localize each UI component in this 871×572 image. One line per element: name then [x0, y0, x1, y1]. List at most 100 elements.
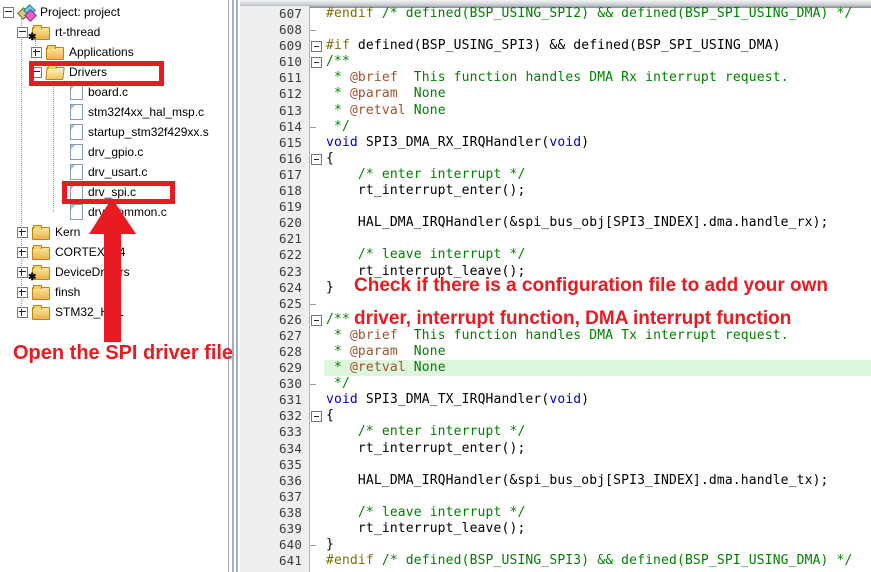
line-number: 618	[240, 183, 310, 199]
line-number: 616	[240, 151, 310, 167]
folder-icon	[32, 307, 50, 320]
annotation-check-text-line2: driver, interrupt function, DMA interrup…	[354, 308, 791, 330]
code-text[interactable]: /* leave interrupt */	[324, 505, 871, 521]
fold-margin	[310, 264, 324, 280]
code-text[interactable]	[324, 199, 871, 215]
code-text[interactable]: * @retval None	[324, 360, 871, 376]
tree-item-project-project[interactable]: Project: project	[3, 2, 120, 22]
code-text[interactable]: rt_interrupt_enter();	[324, 183, 871, 199]
tree-item-label: startup_stm32f429xx.s	[88, 125, 209, 139]
fold-margin	[310, 553, 324, 569]
line-number: 623	[240, 264, 310, 280]
code-text[interactable]: void SPI3_DMA_RX_IRQHandler(void)	[324, 135, 871, 151]
line-number: 628	[240, 344, 310, 360]
code-text[interactable]: HAL_DMA_IRQHandler(&spi_bus_obj[SPI3_IND…	[324, 473, 871, 489]
annotation-box-drv-spi	[62, 181, 175, 204]
line-number: 619	[240, 199, 310, 215]
fold-margin	[310, 119, 324, 135]
expand-plus-icon[interactable]	[17, 267, 28, 278]
code-line: 607 #endif /* defined(BSP_USING_SPI2) && …	[240, 6, 871, 22]
code-line: 629 * @retval None	[240, 360, 871, 376]
tree-item-kern[interactable]: Kern	[17, 222, 80, 242]
fold-collapse-icon[interactable]	[310, 54, 324, 70]
code-text[interactable]: /* enter interrupt */	[324, 167, 871, 183]
code-text[interactable]: * @param None	[324, 86, 871, 102]
tree-item-label: stm32f4xx_hal_msp.c	[88, 105, 204, 119]
code-text[interactable]: {	[324, 408, 871, 424]
code-text[interactable]: */	[324, 119, 871, 135]
tree-item-devicedrivers[interactable]: DeviceDrivers	[17, 262, 130, 282]
line-number: 637	[240, 489, 310, 505]
tree-item-startup-stm32f429xx-s[interactable]: startup_stm32f429xx.s	[70, 122, 209, 142]
code-text[interactable]: * @brief This function handles DMA Rx in…	[324, 70, 871, 86]
code-text[interactable]: */	[324, 376, 871, 392]
code-text[interactable]: #endif /* defined(BSP_USING_SPI3) && def…	[324, 553, 871, 569]
code-text[interactable]: #endif /* defined(BSP_USING_SPI2) && def…	[324, 6, 871, 22]
code-text[interactable]: /**	[324, 54, 871, 70]
expand-plus-icon[interactable]	[17, 287, 28, 298]
code-text[interactable]: /* enter interrupt */	[324, 424, 871, 440]
expand-plus-icon[interactable]	[17, 227, 28, 238]
tree-item-finsh[interactable]: finsh	[17, 282, 80, 302]
line-number: 627	[240, 328, 310, 344]
line-number: 621	[240, 231, 310, 247]
fold-margin	[310, 280, 324, 296]
tree-item-label: DeviceDrivers	[55, 265, 130, 279]
tree-item-drv-gpio-c[interactable]: drv_gpio.c	[70, 142, 143, 162]
code-text[interactable]: #if defined(BSP_USING_SPI3) && defined(B…	[324, 38, 871, 54]
code-line: 622 /* leave interrupt */	[240, 247, 871, 263]
fold-collapse-icon[interactable]	[310, 151, 324, 167]
code-text[interactable]: rt_interrupt_enter();	[324, 441, 871, 457]
tree-item-stm32-hal[interactable]: STM32_HAL	[17, 302, 124, 322]
code-text[interactable]: * @param None	[324, 344, 871, 360]
code-line: 640}	[240, 537, 871, 553]
code-text[interactable]: HAL_DMA_IRQHandler(&spi_bus_obj[SPI3_IND…	[324, 215, 871, 231]
tree-item-drv-common-c[interactable]: drv_common.c	[70, 202, 167, 222]
tree-item-cortex-m4[interactable]: CORTEX-M4	[17, 242, 125, 262]
expand-plus-icon[interactable]	[17, 307, 28, 318]
code-text[interactable]: void SPI3_DMA_TX_IRQHandler(void)	[324, 392, 871, 408]
code-text[interactable]: * @retval None	[324, 103, 871, 119]
code-text[interactable]: }	[324, 537, 871, 553]
code-text[interactable]: * @brief This function handles DMA Tx in…	[324, 328, 871, 344]
fold-margin	[310, 183, 324, 199]
fold-collapse-icon[interactable]	[310, 408, 324, 424]
line-number: 607	[240, 6, 310, 22]
code-line: 619	[240, 199, 871, 215]
fold-margin	[310, 247, 324, 263]
tree-item-applications[interactable]: Applications	[31, 42, 134, 62]
code-text[interactable]	[324, 231, 871, 247]
code-line: 615 void SPI3_DMA_RX_IRQHandler(void)	[240, 135, 871, 151]
code-text[interactable]: {	[324, 151, 871, 167]
fold-margin	[310, 86, 324, 102]
code-line: 637	[240, 489, 871, 505]
collapse-minus-icon[interactable]	[17, 27, 28, 38]
code-text[interactable]: rt_interrupt_leave();	[324, 521, 871, 537]
fold-collapse-icon[interactable]	[310, 38, 324, 54]
line-number: 632	[240, 408, 310, 424]
line-number: 622	[240, 247, 310, 263]
expand-plus-icon[interactable]	[17, 247, 28, 258]
tree-item-drv-usart-c[interactable]: drv_usart.c	[70, 162, 147, 182]
code-text[interactable]	[324, 22, 871, 38]
expand-plus-icon[interactable]	[31, 47, 42, 58]
folder-icon	[32, 227, 50, 240]
fold-margin	[310, 473, 324, 489]
line-number: 615	[240, 135, 310, 151]
fold-collapse-icon[interactable]	[310, 312, 324, 328]
tree-item-rt-thread[interactable]: rt-thread	[17, 22, 100, 42]
folder-special-icon	[32, 27, 50, 40]
code-line: 638 /* leave interrupt */	[240, 505, 871, 521]
tree-item-stm32f4xx-hal-msp-c[interactable]: stm32f4xx_hal_msp.c	[70, 102, 204, 122]
code-line: 641#endif /* defined(BSP_USING_SPI3) && …	[240, 553, 871, 569]
tree-item-label: Project: project	[40, 5, 120, 19]
fold-margin	[310, 231, 324, 247]
collapse-minus-icon[interactable]	[3, 7, 14, 18]
folder-icon	[32, 287, 50, 300]
code-text[interactable]	[324, 457, 871, 473]
code-text[interactable]	[324, 489, 871, 505]
fold-margin	[310, 441, 324, 457]
line-number: 610	[240, 54, 310, 70]
code-text[interactable]: /* leave interrupt */	[324, 247, 871, 263]
code-line: 618 rt_interrupt_enter();	[240, 183, 871, 199]
